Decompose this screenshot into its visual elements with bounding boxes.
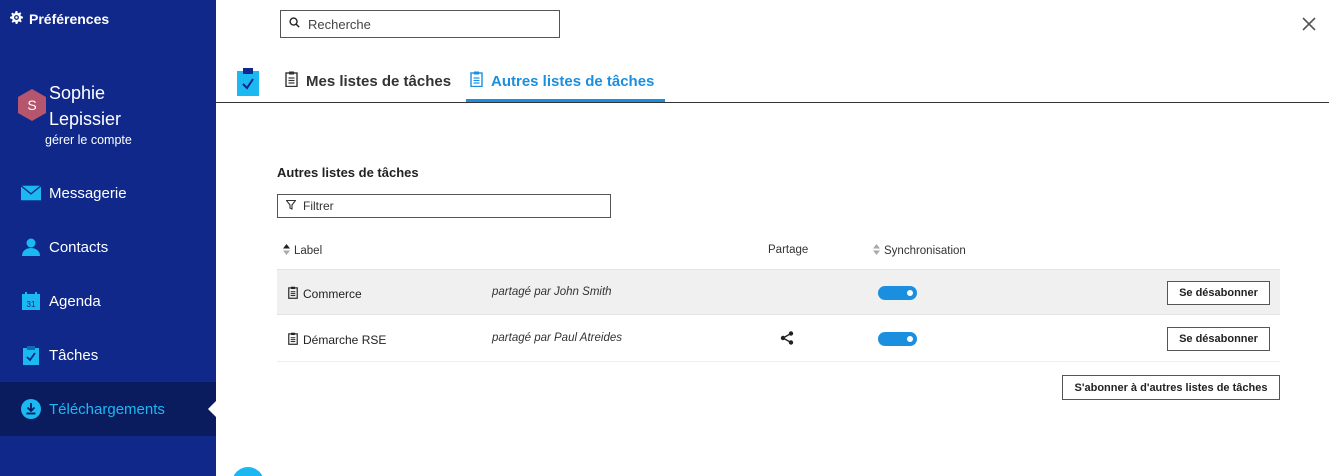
search-input[interactable] [308,16,548,32]
tasks-app-icon [237,68,259,96]
manage-account-link[interactable]: gérer le compte [45,133,132,147]
sidebar-item-label: Agenda [49,292,101,310]
sidebar-item-label: Messagerie [49,184,127,202]
clipboard-check-icon [21,345,41,365]
user-name: Sophie Lepissier [49,80,121,132]
preferences-header[interactable]: Préférences [10,11,109,27]
close-icon[interactable] [1301,16,1317,32]
download-icon [21,399,41,419]
sidebar: Préférences S Sophie Lepissier gérer le … [0,0,216,476]
gear-icon [10,11,23,27]
tab-autres-listes[interactable]: Autres listes de tâches [470,70,654,92]
person-icon [21,237,41,257]
clipboard-icon [288,332,298,348]
row-owner: partagé par Paul Atreides [492,332,622,344]
tab-label: Autres listes de tâches [491,72,655,90]
row-name-text: Commerce [303,287,362,301]
calendar-icon: 31 [21,291,41,311]
sidebar-item-messagerie[interactable]: Messagerie [0,166,216,220]
clipboard-icon [285,71,298,91]
tab-mes-listes[interactable]: Mes listes de tâches [285,70,451,92]
sidebar-item-label: Téléchargements [49,400,165,418]
sync-toggle[interactable] [878,332,917,346]
sort-icon [283,244,290,258]
sidebar-item-contacts[interactable]: Contacts [0,220,216,274]
table-row[interactable]: Commerce partagé par John Smith Se désab… [277,269,1280,315]
section-title: Autres listes de tâches [277,165,419,180]
sidebar-item-agenda[interactable]: 31 Agenda [0,274,216,328]
sync-toggle[interactable] [878,286,917,300]
sidebar-item-label: Contacts [49,238,109,256]
active-tab-indicator [466,99,665,102]
column-header-sync[interactable]: Synchronisation [873,244,966,258]
user-first-name: Sophie [49,83,106,103]
mail-icon [21,183,41,203]
preferences-title: Préférences [29,11,110,27]
column-header-text: Partage [768,244,809,256]
sort-icon [873,244,880,258]
column-header-share: Partage [768,244,808,256]
tab-label: Mes listes de tâches [306,72,452,90]
filter-box[interactable] [277,194,611,218]
column-header-text: Synchronisation [884,245,966,257]
unsubscribe-button[interactable]: Se désabonner [1167,327,1270,351]
row-name: Démarche RSE [288,332,386,348]
search-box[interactable] [280,10,560,38]
sidebar-item-taches[interactable]: Tâches [0,328,216,382]
row-name-text: Démarche RSE [303,333,387,347]
sidebar-item-telechargements[interactable]: Téléchargements [0,382,216,436]
clipboard-icon [470,71,483,91]
filter-icon [285,197,297,215]
share-icon [780,331,794,345]
row-owner: partagé par John Smith [492,286,612,298]
sidebar-item-label: Tâches [49,346,99,364]
avatar-initial: S [27,97,37,113]
avatar[interactable]: S [18,89,46,121]
user-last-name: Lepissier [49,109,122,129]
column-header-label[interactable]: Label [283,244,322,258]
row-name: Commerce [288,286,362,302]
help-button[interactable] [232,467,264,476]
search-icon [289,15,300,33]
clipboard-icon [288,286,298,302]
calendar-icon-text: 31 [27,300,36,309]
table-row[interactable]: Démarche RSE partagé par Paul Atreides S… [277,316,1280,362]
filter-input[interactable] [303,199,603,213]
subscribe-button[interactable]: S'abonner à d'autres listes de tâches [1062,375,1280,400]
unsubscribe-button[interactable]: Se désabonner [1167,281,1270,305]
column-header-text: Label [294,245,323,257]
